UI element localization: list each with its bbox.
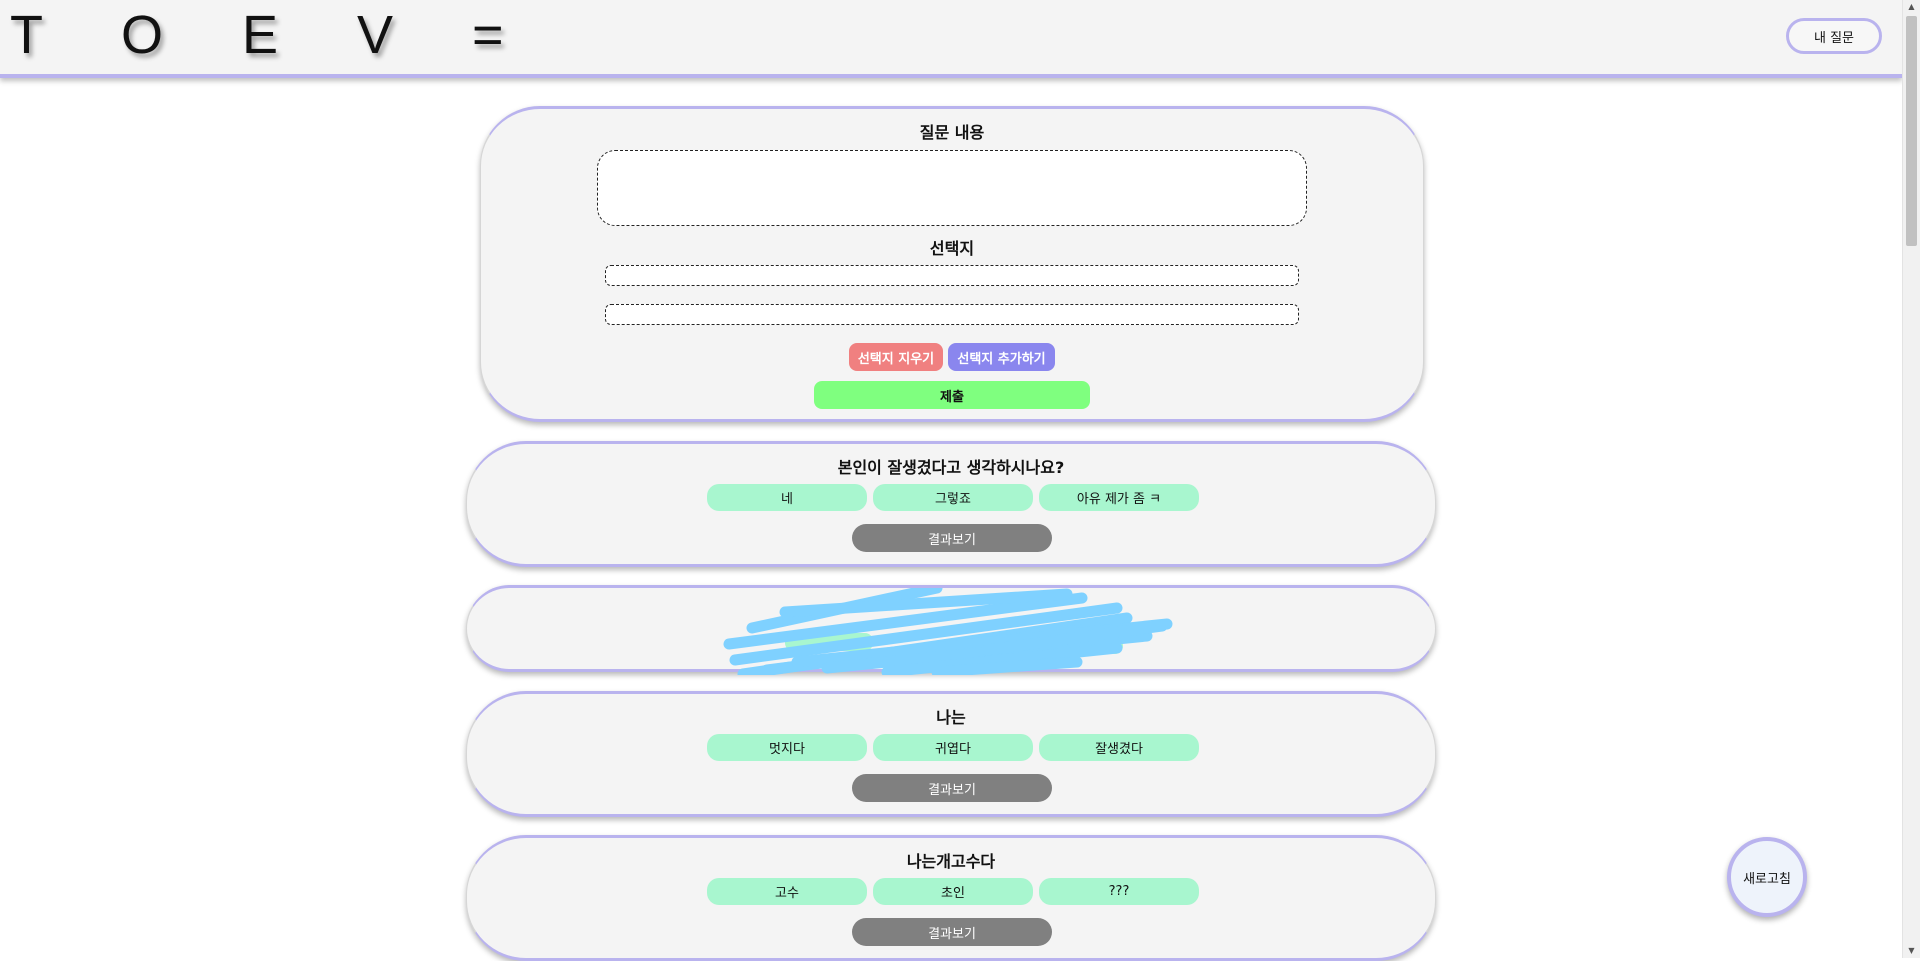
choice-input-2[interactable] (605, 304, 1299, 325)
view-results-button[interactable]: 결과보기 (852, 774, 1052, 802)
choices-heading: 선택지 (929, 239, 975, 258)
option-row: 네 그렇죠 아유 제가 좀 ㅋ (707, 484, 1199, 512)
question-content-textarea[interactable] (597, 150, 1307, 226)
question-card: 나는개고수다 고수 초인 ??? 결과보기 (466, 835, 1436, 961)
submit-button[interactable]: 제출 (814, 381, 1090, 409)
option-button[interactable]: 귀엽다 (873, 734, 1033, 761)
scroll-up-arrow-icon[interactable]: ▲ (1903, 0, 1920, 14)
scroll-down-arrow-icon[interactable]: ▼ (1903, 944, 1920, 958)
option-button[interactable]: 아유 제가 좀 ㅋ (1039, 484, 1199, 511)
question-title: 나는 (936, 708, 966, 727)
question-title: 나는개고수다 (906, 852, 996, 871)
redacted-question-card (466, 585, 1436, 675)
add-choice-button[interactable]: 선택지 추가하기 (948, 343, 1055, 371)
question-content-heading: 질문 내용 (919, 123, 985, 142)
question-card: 나는 멋지다 귀엽다 잘생겼다 결과보기 (466, 691, 1436, 817)
option-button[interactable]: 네 (707, 484, 867, 511)
option-button[interactable]: 잘생겼다 (1039, 734, 1199, 761)
question-form-card: 질문 내용 선택지 선택지 지우기 선택지 추가하기 제출 (480, 106, 1424, 422)
option-button[interactable]: ??? (1039, 878, 1199, 905)
remove-choice-button[interactable]: 선택지 지우기 (849, 343, 943, 371)
question-card: 본인이 잘생겼다고 생각하시나요? 네 그렇죠 아유 제가 좀 ㅋ 결과보기 (466, 441, 1436, 567)
option-row: 고수 초인 ??? (707, 878, 1199, 906)
scrollbar-thumb[interactable] (1906, 16, 1917, 246)
app-logo[interactable]: T O E V = (10, 4, 536, 66)
header-bar: T O E V = 내 질문 (0, 0, 1902, 78)
my-questions-button[interactable]: 내 질문 (1786, 18, 1882, 54)
view-results-button[interactable]: 결과보기 (852, 918, 1052, 946)
page-scrollbar[interactable]: ▲ ▼ (1902, 0, 1920, 958)
option-button[interactable]: 그렇죠 (873, 484, 1033, 511)
option-button[interactable]: 멋지다 (707, 734, 867, 761)
option-button[interactable]: 초인 (873, 878, 1033, 905)
view-results-button[interactable]: 결과보기 (852, 524, 1052, 552)
scribble-strokes (723, 588, 1173, 675)
choice-input-1[interactable] (605, 265, 1299, 286)
option-row: 멋지다 귀엽다 잘생겼다 (707, 734, 1199, 762)
option-button[interactable]: 고수 (707, 878, 867, 905)
redaction-scribble (723, 588, 1173, 675)
refresh-button[interactable]: 새로고침 (1727, 837, 1807, 917)
question-title: 본인이 잘생겼다고 생각하시나요? (837, 458, 1065, 477)
